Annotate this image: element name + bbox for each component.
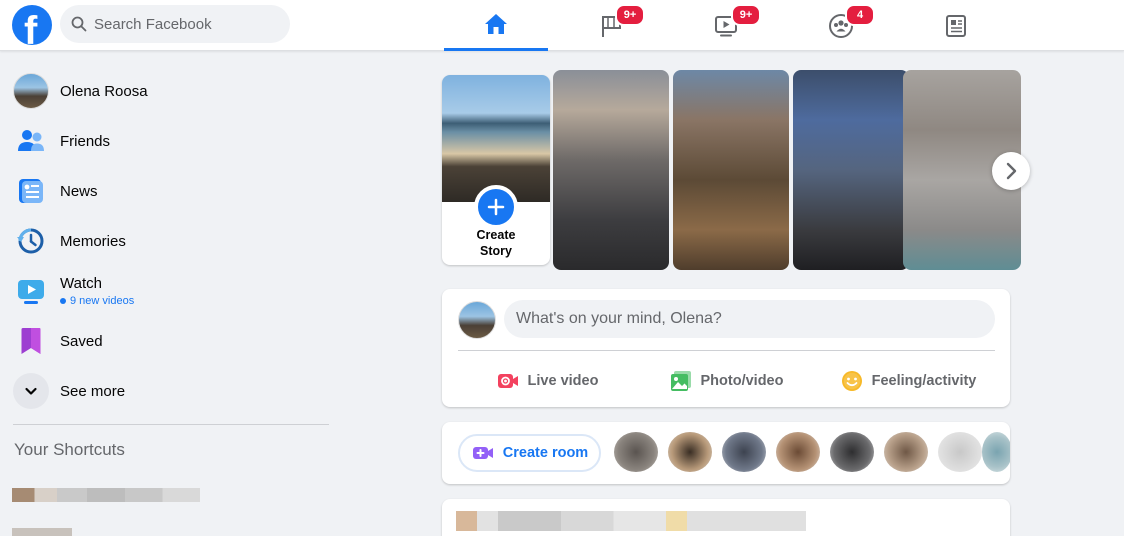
live-video-button[interactable]: Live video [462, 361, 632, 401]
room-contact-avatar[interactable] [830, 432, 874, 472]
sidebar-item-label: News [60, 182, 98, 200]
sidebar-item-saved[interactable]: Saved [8, 316, 338, 366]
sidebar-divider [13, 424, 329, 425]
tab-groups[interactable] [789, 0, 893, 51]
plus-icon [487, 198, 505, 216]
smiley-icon [841, 371, 862, 391]
chevron-right-icon [1006, 162, 1017, 180]
sidebar-item-label: Watch [60, 275, 102, 292]
photo-icon [670, 371, 691, 391]
facebook-logo[interactable]: f [12, 5, 52, 45]
sidebar-item-watch[interactable]: Watch 9 new videos [8, 266, 338, 316]
room-video-plus-icon [472, 447, 493, 459]
room-contact-avatar[interactable] [668, 432, 712, 472]
memories-clock-icon [17, 228, 44, 254]
sidebar-item-friends[interactable]: Friends [8, 116, 338, 166]
sidebar-item-memories[interactable]: Memories [8, 216, 338, 266]
live-video-icon [497, 374, 518, 388]
sidebar-item-label: Memories [60, 232, 126, 250]
tab-news[interactable] [904, 0, 1008, 51]
sidebar-see-more[interactable]: See more [8, 366, 338, 416]
bookmark-icon [21, 328, 41, 354]
home-icon [485, 14, 507, 34]
tab-watch[interactable] [674, 0, 778, 51]
room-contact-avatar[interactable] [982, 432, 1010, 472]
top-navigation-bar: f 9+ 9+ [0, 0, 1124, 51]
search-box[interactable] [60, 5, 290, 43]
create-story-card[interactable]: Create Story [442, 75, 550, 265]
composer-divider [458, 350, 995, 351]
story-card[interactable] [673, 70, 789, 270]
story-profile-photo [442, 75, 550, 202]
blurred-post-header [456, 511, 806, 531]
sidebar-item-label: Olena Roosa [60, 82, 148, 100]
tab-home[interactable] [444, 0, 548, 51]
friends-icon [18, 130, 44, 151]
photo-video-button[interactable]: Photo/video [641, 361, 811, 401]
post-composer: Live video Photo/video Feeling/activity [442, 289, 1010, 407]
watch-new-videos-count: 9 new videos [60, 295, 134, 307]
rooms-bar: Create room [442, 422, 1010, 484]
feed-post[interactable] [442, 499, 1010, 536]
search-input[interactable] [94, 5, 284, 43]
shortcut-item[interactable] [12, 488, 200, 502]
news-icon [19, 179, 43, 203]
story-card[interactable] [553, 70, 669, 270]
add-story-button[interactable] [474, 185, 518, 229]
create-story-label-line2: Story [480, 244, 512, 258]
shortcuts-heading: Your Shortcuts [14, 440, 125, 459]
sidebar-item-news[interactable]: News [8, 166, 338, 216]
sidebar-item-label: Friends [60, 132, 111, 150]
create-room-button[interactable]: Create room [458, 434, 601, 472]
tab-pages[interactable] [560, 0, 664, 51]
shortcut-item[interactable] [12, 528, 72, 536]
pages-notification-badge: 9+ [615, 4, 645, 26]
watch-notification-badge: 9+ [731, 4, 761, 26]
stories-next-button[interactable] [992, 152, 1030, 190]
sidebar-item-profile[interactable]: Olena Roosa [8, 66, 338, 116]
sidebar-item-label: Saved [60, 332, 103, 350]
feeling-activity-button[interactable]: Feeling/activity [820, 361, 996, 401]
watch-icon [18, 280, 44, 304]
create-story-label-line1: Create [476, 228, 516, 242]
room-contact-avatar[interactable] [884, 432, 928, 472]
avatar [13, 73, 49, 109]
chevron-down-icon [25, 387, 37, 395]
whats-on-your-mind-input[interactable] [504, 300, 995, 338]
news-icon [946, 14, 966, 37]
room-contact-avatar[interactable] [614, 432, 658, 472]
room-contact-avatar[interactable] [776, 432, 820, 472]
sidebar-item-label: See more [60, 382, 126, 400]
groups-notification-badge: 4 [845, 4, 875, 26]
left-sidebar: Olena Roosa Friends News Memories Watch … [8, 66, 338, 460]
avatar[interactable] [458, 301, 496, 339]
room-contact-avatar[interactable] [938, 432, 982, 472]
story-card[interactable] [793, 70, 909, 270]
room-contact-avatar[interactable] [722, 432, 766, 472]
search-icon [71, 16, 87, 32]
